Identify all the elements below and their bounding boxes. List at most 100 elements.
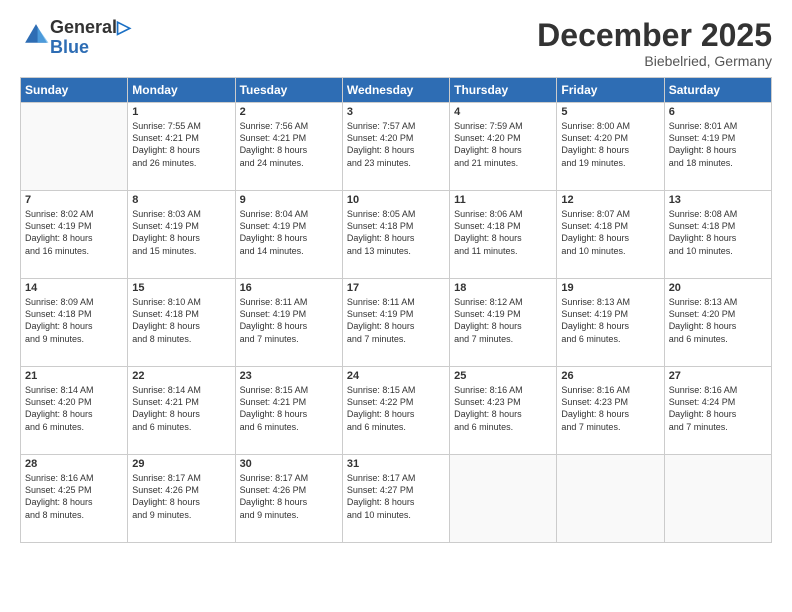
calendar: SundayMondayTuesdayWednesdayThursdayFrid… — [20, 77, 772, 543]
calendar-cell: 13Sunrise: 8:08 AM Sunset: 4:18 PM Dayli… — [664, 191, 771, 279]
calendar-cell: 29 Sunrise: 8:17 AM Sunset: 4:26 PM Dayli… — [128, 455, 235, 543]
day-number: 15 — [132, 282, 230, 294]
weekday-thursday: Thursday — [450, 78, 557, 103]
day-info: Sunrise: 8:13 AM Sunset: 4:19 PM Dayligh… — [561, 296, 659, 345]
weekday-sunday: Sunday — [21, 78, 128, 103]
day-number: 27 — [669, 370, 767, 382]
week-row-2: 7 Sunrise: 8:02 AM Sunset: 4:19 PM Daylig… — [21, 191, 772, 279]
week-row-1: 1 Sunrise: 7:55 AM Sunset: 4:21 PM Daylig… — [21, 103, 772, 191]
calendar-cell: 23 Sunrise: 8:15 AM Sunset: 4:21 PM Dayli… — [235, 367, 342, 455]
day-info: Sunrise: 8:10 AM Sunset: 4:18 PM Dayligh… — [132, 296, 230, 345]
day-info: Sunrise: 8:01 AM Sunset: 4:19 PM Dayligh… — [669, 120, 767, 169]
calendar-cell: 10Sunrise: 8:05 AM Sunset: 4:18 PM Dayli… — [342, 191, 449, 279]
calendar-cell: 16Sunrise: 8:11 AM Sunset: 4:19 PM Dayli… — [235, 279, 342, 367]
day-number: 12 — [561, 194, 659, 206]
day-number: 4 — [454, 106, 552, 118]
day-number: 28 — [25, 458, 123, 470]
calendar-cell: 7 Sunrise: 8:02 AM Sunset: 4:19 PM Daylig… — [21, 191, 128, 279]
day-number: 5 — [561, 106, 659, 118]
day-number: 20 — [669, 282, 767, 294]
day-info: Sunrise: 8:16 AM Sunset: 4:25 PM Dayligh… — [25, 472, 123, 521]
day-number: 2 — [240, 106, 338, 118]
calendar-cell: 6 Sunrise: 8:01 AM Sunset: 4:19 PM Daylig… — [664, 103, 771, 191]
day-info: Sunrise: 8:15 AM Sunset: 4:22 PM Dayligh… — [347, 384, 445, 433]
day-number: 23 — [240, 370, 338, 382]
day-info: Sunrise: 8:13 AM Sunset: 4:20 PM Dayligh… — [669, 296, 767, 345]
day-number: 30 — [240, 458, 338, 470]
calendar-cell — [557, 455, 664, 543]
day-info: Sunrise: 8:17 AM Sunset: 4:27 PM Dayligh… — [347, 472, 445, 521]
calendar-cell: 18Sunrise: 8:12 AM Sunset: 4:19 PM Dayli… — [450, 279, 557, 367]
day-info: Sunrise: 8:05 AM Sunset: 4:18 PM Dayligh… — [347, 208, 445, 257]
day-info: Sunrise: 8:11 AM Sunset: 4:19 PM Dayligh… — [347, 296, 445, 345]
weekday-saturday: Saturday — [664, 78, 771, 103]
day-number: 18 — [454, 282, 552, 294]
day-number: 29 — [132, 458, 230, 470]
day-info: Sunrise: 7:57 AM Sunset: 4:20 PM Dayligh… — [347, 120, 445, 169]
calendar-cell: 30Sunrise: 8:17 AM Sunset: 4:26 PM Dayli… — [235, 455, 342, 543]
day-number: 19 — [561, 282, 659, 294]
day-info: Sunrise: 8:07 AM Sunset: 4:18 PM Dayligh… — [561, 208, 659, 257]
calendar-cell: 21Sunrise: 8:14 AM Sunset: 4:20 PM Dayli… — [21, 367, 128, 455]
day-info: Sunrise: 8:14 AM Sunset: 4:21 PM Dayligh… — [132, 384, 230, 433]
day-info: Sunrise: 8:02 AM Sunset: 4:19 PM Dayligh… — [25, 208, 123, 257]
calendar-cell: 15 Sunrise: 8:10 AM Sunset: 4:18 PM Dayli… — [128, 279, 235, 367]
day-info: Sunrise: 8:17 AM Sunset: 4:26 PM Dayligh… — [132, 472, 230, 521]
day-number: 22 — [132, 370, 230, 382]
calendar-cell: 12 Sunrise: 8:07 AM Sunset: 4:18 PM Dayli… — [557, 191, 664, 279]
calendar-cell: 20 Sunrise: 8:13 AM Sunset: 4:20 PM Dayli… — [664, 279, 771, 367]
calendar-cell: 2Sunrise: 7:56 AM Sunset: 4:21 PM Daylig… — [235, 103, 342, 191]
logo-icon — [22, 21, 50, 49]
calendar-cell: 28 Sunrise: 8:16 AM Sunset: 4:25 PM Dayli… — [21, 455, 128, 543]
day-info: Sunrise: 8:16 AM Sunset: 4:24 PM Dayligh… — [669, 384, 767, 433]
weekday-header-row: SundayMondayTuesdayWednesdayThursdayFrid… — [21, 78, 772, 103]
day-number: 8 — [132, 194, 230, 206]
day-number: 3 — [347, 106, 445, 118]
day-info: Sunrise: 7:59 AM Sunset: 4:20 PM Dayligh… — [454, 120, 552, 169]
day-info: Sunrise: 7:55 AM Sunset: 4:21 PM Dayligh… — [132, 120, 230, 169]
day-number: 21 — [25, 370, 123, 382]
header: General▷ Blue December 2025 Biebelried, … — [20, 18, 772, 69]
calendar-cell: 8 Sunrise: 8:03 AM Sunset: 4:19 PM Daylig… — [128, 191, 235, 279]
calendar-cell — [664, 455, 771, 543]
day-info: Sunrise: 8:04 AM Sunset: 4:19 PM Dayligh… — [240, 208, 338, 257]
calendar-cell: 22 Sunrise: 8:14 AM Sunset: 4:21 PM Dayli… — [128, 367, 235, 455]
day-number: 7 — [25, 194, 123, 206]
day-info: Sunrise: 8:08 AM Sunset: 4:18 PM Dayligh… — [669, 208, 767, 257]
day-number: 9 — [240, 194, 338, 206]
calendar-cell: 17 Sunrise: 8:11 AM Sunset: 4:19 PM Dayli… — [342, 279, 449, 367]
week-row-3: 14 Sunrise: 8:09 AM Sunset: 4:18 PM Dayli… — [21, 279, 772, 367]
weekday-friday: Friday — [557, 78, 664, 103]
calendar-cell: 4 Sunrise: 7:59 AM Sunset: 4:20 PM Daylig… — [450, 103, 557, 191]
day-number: 16 — [240, 282, 338, 294]
logo: General▷ Blue — [20, 18, 131, 58]
day-number: 17 — [347, 282, 445, 294]
day-number: 25 — [454, 370, 552, 382]
page: General▷ Blue December 2025 Biebelried, … — [0, 0, 792, 612]
day-info: Sunrise: 8:15 AM Sunset: 4:21 PM Dayligh… — [240, 384, 338, 433]
logo-text: General▷ Blue — [50, 18, 131, 58]
weekday-wednesday: Wednesday — [342, 78, 449, 103]
calendar-cell: 11Sunrise: 8:06 AM Sunset: 4:18 PM Dayli… — [450, 191, 557, 279]
calendar-cell: 5Sunrise: 8:00 AM Sunset: 4:20 PM Daylig… — [557, 103, 664, 191]
calendar-cell: 31Sunrise: 8:17 AM Sunset: 4:27 PM Dayli… — [342, 455, 449, 543]
day-info: Sunrise: 8:16 AM Sunset: 4:23 PM Dayligh… — [454, 384, 552, 433]
calendar-cell: 9 Sunrise: 8:04 AM Sunset: 4:19 PM Daylig… — [235, 191, 342, 279]
calendar-cell: 1 Sunrise: 7:55 AM Sunset: 4:21 PM Daylig… — [128, 103, 235, 191]
day-number: 1 — [132, 106, 230, 118]
day-info: Sunrise: 8:06 AM Sunset: 4:18 PM Dayligh… — [454, 208, 552, 257]
weekday-monday: Monday — [128, 78, 235, 103]
day-number: 6 — [669, 106, 767, 118]
calendar-cell — [21, 103, 128, 191]
day-info: Sunrise: 8:09 AM Sunset: 4:18 PM Dayligh… — [25, 296, 123, 345]
day-number: 14 — [25, 282, 123, 294]
week-row-5: 28 Sunrise: 8:16 AM Sunset: 4:25 PM Dayli… — [21, 455, 772, 543]
day-info: Sunrise: 8:16 AM Sunset: 4:23 PM Dayligh… — [561, 384, 659, 433]
calendar-cell: 25 Sunrise: 8:16 AM Sunset: 4:23 PM Dayli… — [450, 367, 557, 455]
location: Biebelried, Germany — [537, 53, 772, 69]
title-block: December 2025 Biebelried, Germany — [537, 18, 772, 69]
calendar-cell: 24Sunrise: 8:15 AM Sunset: 4:22 PM Dayli… — [342, 367, 449, 455]
calendar-cell: 26 Sunrise: 8:16 AM Sunset: 4:23 PM Dayli… — [557, 367, 664, 455]
day-info: Sunrise: 8:03 AM Sunset: 4:19 PM Dayligh… — [132, 208, 230, 257]
day-number: 26 — [561, 370, 659, 382]
